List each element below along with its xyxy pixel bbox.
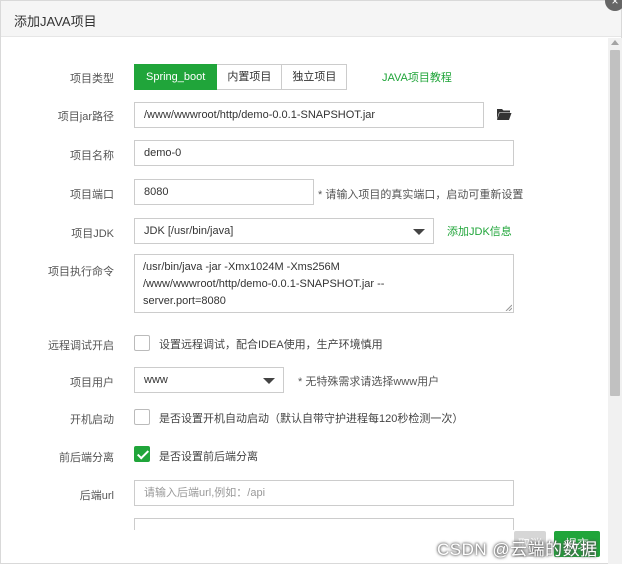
scroll-up-icon[interactable]: [611, 40, 619, 45]
project-port-input[interactable]: 8080: [134, 179, 314, 205]
dialog-title: 添加JAVA项目: [14, 14, 97, 29]
project-port-label: 项目端口: [70, 189, 114, 201]
exec-command-line: server.port=8080: [143, 295, 226, 307]
backend-url-label: 后端url: [79, 490, 114, 502]
add-jdk-link[interactable]: 添加JDK信息: [447, 223, 512, 239]
jar-path-label: 项目jar路径: [57, 111, 114, 123]
project-type-springboot-button[interactable]: Spring_boot: [134, 64, 218, 90]
autostart-label: 开机启动: [70, 414, 114, 426]
java-tutorial-link[interactable]: JAVA项目教程: [382, 69, 452, 85]
exec-command-textarea[interactable]: /usr/bin/java -jar -Xmx1024M -Xms256M /w…: [134, 254, 514, 313]
frontend-separation-text: 是否设置前后端分离: [159, 451, 258, 463]
exec-command-line: /usr/bin/java -jar -Xmx1024M -Xms256M: [143, 261, 340, 273]
project-jdk-select[interactable]: JDK [/usr/bin/java]: [134, 218, 434, 244]
project-user-select[interactable]: www: [134, 367, 284, 393]
folder-open-icon[interactable]: [496, 107, 512, 121]
frontend-separation-label: 前后端分离: [59, 452, 114, 464]
vertical-scrollbar[interactable]: [608, 38, 622, 564]
project-port-hint: * 请输入项目的真实端口，启动可重新设置: [318, 189, 524, 201]
exec-command-label: 项目执行命令: [48, 266, 114, 278]
add-java-project-dialog: 添加JAVA项目 × 项目类型 Spring_boot 内置项目 独立项目 JA…: [0, 0, 622, 564]
remote-debug-checkbox[interactable]: [134, 335, 150, 351]
autostart-checkbox[interactable]: [134, 409, 150, 425]
watermark: CSDN @云端的数据: [437, 540, 598, 559]
resize-handle-icon[interactable]: [504, 303, 512, 311]
project-name-input[interactable]: demo-0: [134, 140, 514, 166]
exec-command-line: /www/wwwroot/http/demo-0.0.1-SNAPSHOT.ja…: [143, 278, 385, 290]
remote-debug-text: 设置远程调试，配合IDEA使用，生产环境慎用: [159, 339, 383, 351]
backend-url-input[interactable]: 请输入后端url,例如：/api: [134, 480, 514, 506]
next-field-input[interactable]: [134, 518, 514, 530]
scrollbar-thumb[interactable]: [610, 50, 620, 396]
jar-path-input[interactable]: /www/wwwroot/http/demo-0.0.1-SNAPSHOT.ja…: [134, 102, 484, 128]
project-jdk-label: 项目JDK: [71, 228, 114, 240]
chevron-down-icon: [263, 378, 275, 384]
autostart-text: 是否设置开机自动启动（默认自带守护进程每120秒检测一次）: [159, 413, 464, 425]
project-user-hint: * 无特殊需求请选择www用户: [298, 376, 440, 388]
frontend-separation-checkbox[interactable]: [134, 446, 150, 462]
dialog-titlebar: 添加JAVA项目: [1, 1, 621, 37]
project-type-builtin-button[interactable]: 内置项目: [217, 64, 283, 90]
project-jdk-value: JDK [/usr/bin/java]: [144, 225, 234, 237]
project-type-standalone-button[interactable]: 独立项目: [282, 64, 348, 90]
project-name-label: 项目名称: [70, 150, 114, 162]
project-type-selector: Spring_boot 内置项目 独立项目: [134, 64, 348, 90]
remote-debug-label: 远程调试开启: [48, 340, 114, 352]
chevron-down-icon: [413, 229, 425, 235]
project-type-label: 项目类型: [70, 73, 114, 85]
project-user-value: www: [144, 374, 168, 386]
project-user-label: 项目用户: [70, 377, 114, 389]
